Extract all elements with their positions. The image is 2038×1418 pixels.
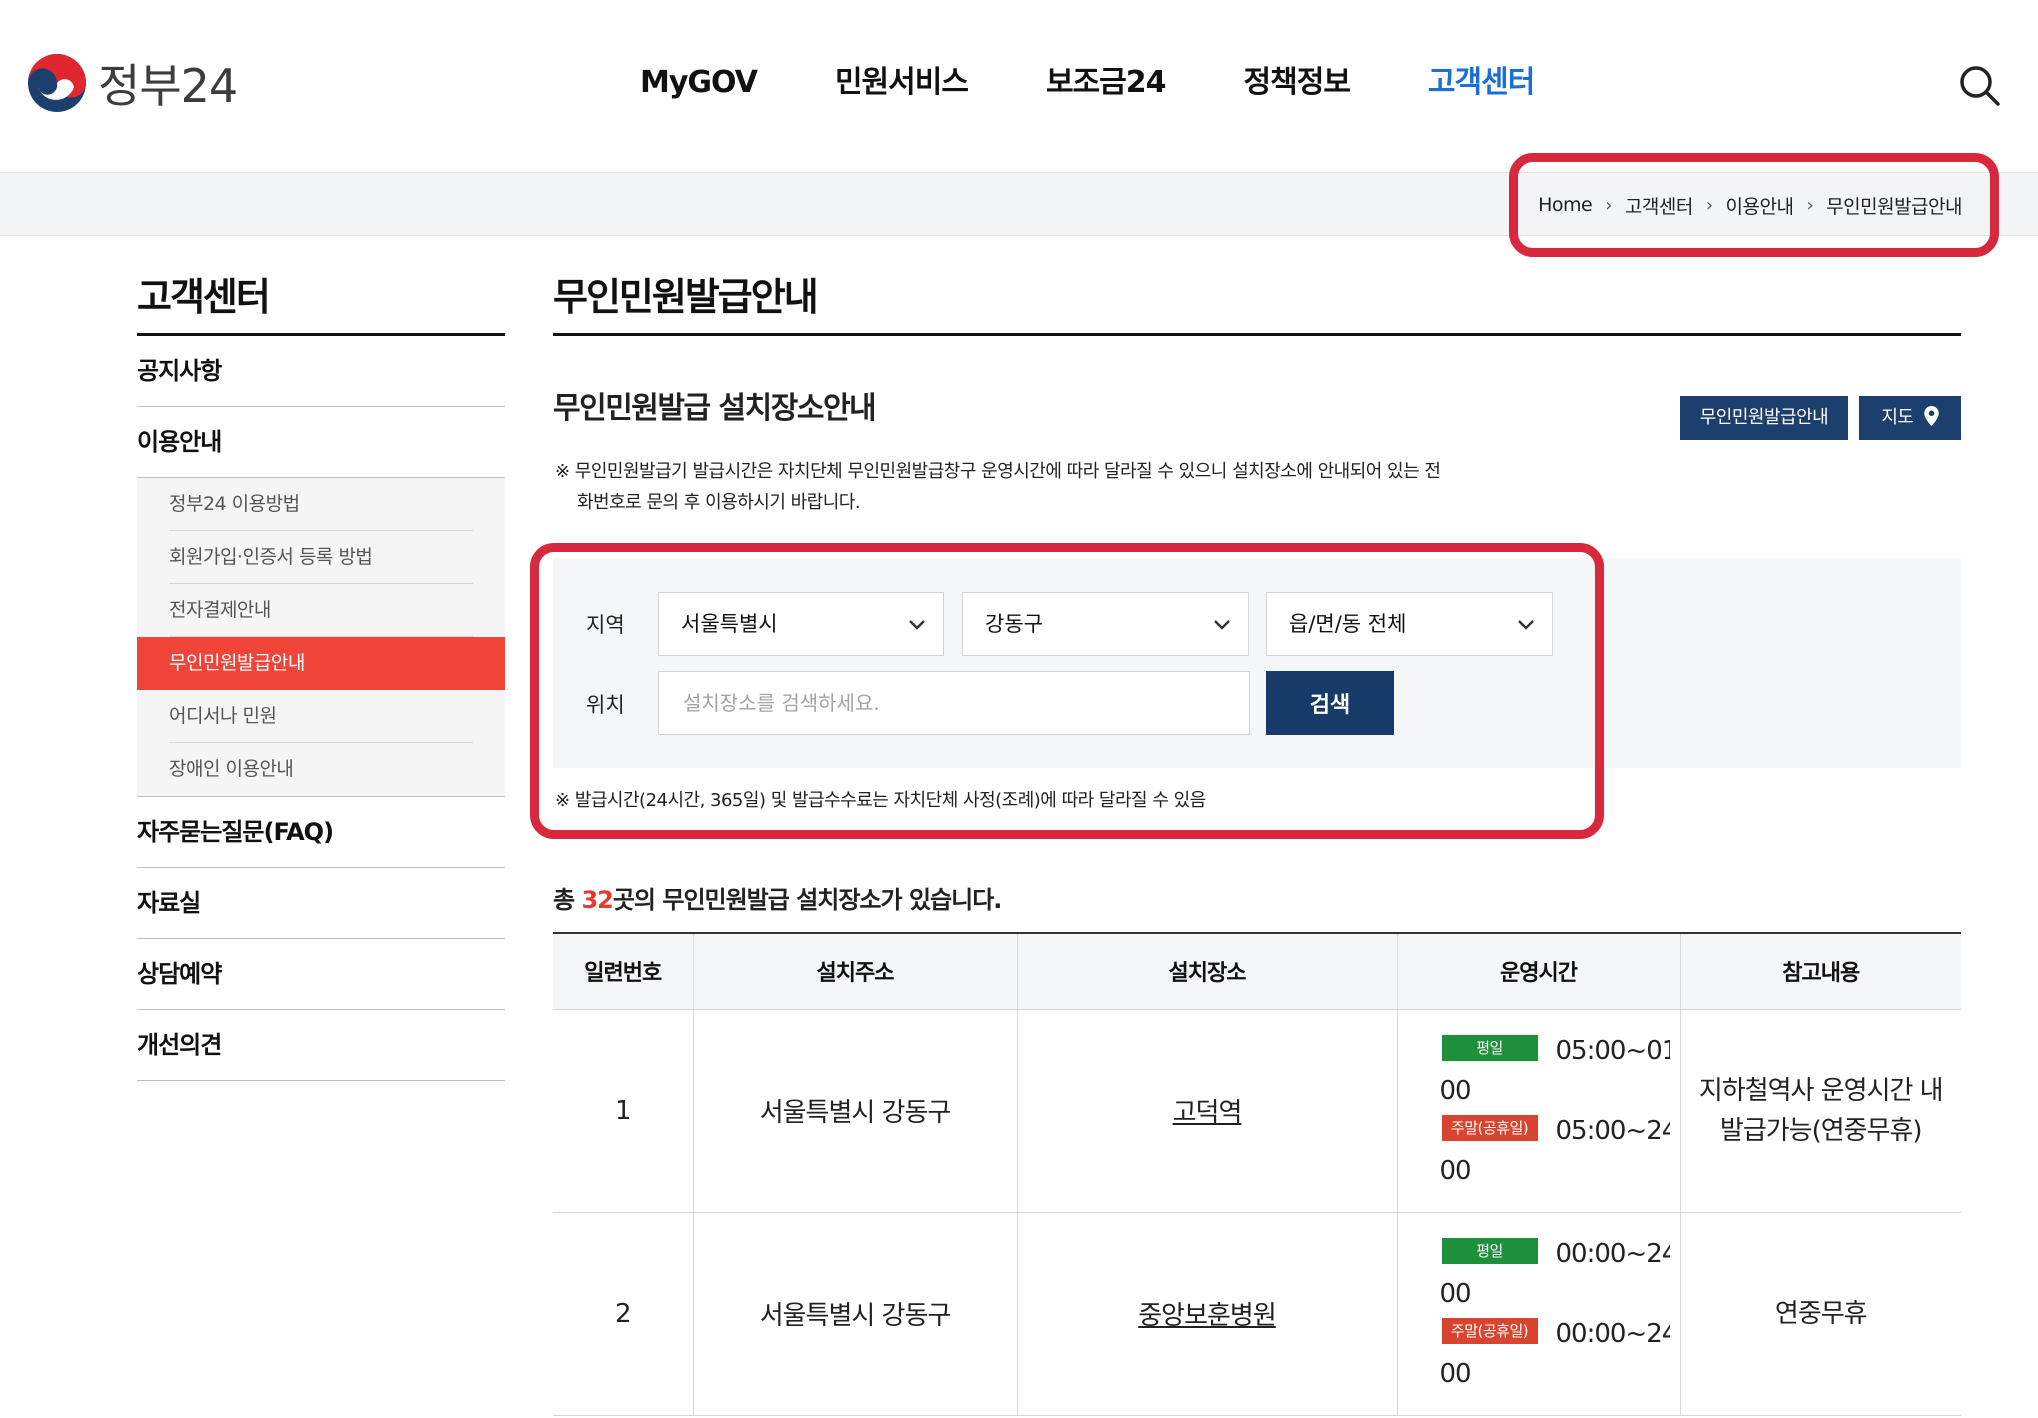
city-select[interactable]: 서울특별시 [658,592,944,656]
search-panel [553,558,1961,768]
weekend-hours: 05:00~24: [1555,1115,1670,1146]
sub-item-signup-cert[interactable]: 회원가입·인증서 등록 방법 [137,531,505,584]
nav-item-customer-center[interactable]: 고객센터 [1428,56,1535,110]
sidebar-title: 고객센터 [137,275,271,319]
row-note: 연중무휴 [1679,1212,1961,1416]
sub-item-e-payment[interactable]: 전자결제안내 [137,584,505,637]
search-icon[interactable] [1956,62,2002,108]
weekday-badge: 평일 [1441,1238,1538,1264]
weekend-badge: 주말(공휴일) [1441,1318,1538,1344]
site-logo[interactable]: 정부24 [26,54,238,113]
notice-line-2: 화번호로 문의 후 이용하시기 바랍니다. [577,492,861,513]
row-place-link[interactable]: 중앙보훈병원 [1016,1212,1397,1416]
count-suffix: 곳의 무인민원발급 설치장소가 있습니다. [612,886,1003,914]
logo-text: 정부24 [98,59,238,113]
weekday-hours-cont: 00 [1439,1075,1472,1106]
sidebar-item-usage-guide[interactable]: 이용안내 [137,407,505,478]
location-label: 위치 [586,693,625,717]
row-no: 2 [553,1212,693,1416]
sidebar-item-notice[interactable]: 공지사항 [137,336,505,407]
result-count: 총 32곳의 무인민원발급 설치장소가 있습니다. [553,880,1003,915]
row-no: 1 [553,1009,693,1213]
table-header-row: 일련번호 설치주소 설치장소 운영시간 참고내용 [553,932,1961,1010]
breadcrumb-band: Home › 고객센터 › 이용안내 › 무인민원발급안내 [0,172,2038,236]
weekday-badge: 평일 [1441,1035,1538,1061]
location-search-input[interactable] [658,671,1250,735]
section-title: 무인민원발급 설치장소안내 [553,391,877,426]
map-pin-icon [1923,406,1939,426]
breadcrumb-current: 무인민원발급안내 [1826,195,1962,218]
chevron-right-icon: › [1705,194,1713,216]
district-select-value: 강동구 [985,612,1043,636]
breadcrumb: Home › 고객센터 › 이용안내 › 무인민원발급안내 [1538,173,1962,237]
chevron-down-icon [1518,620,1534,630]
sidebar-item-consult-booking[interactable]: 상담예약 [137,939,505,1010]
sidebar-menu: 공지사항 이용안내 정부24 이용방법 회원가입·인증서 등록 방법 전자결제안… [137,336,505,1081]
breadcrumb-home[interactable]: Home [1538,194,1593,216]
weekend-badge: 주말(공휴일) [1441,1115,1538,1141]
count-prefix: 총 [553,886,582,914]
row-address: 서울특별시 강동구 [692,1009,1017,1213]
map-button[interactable]: 지도 [1859,396,1961,440]
region-label: 지역 [586,613,625,637]
sidebar-item-archive[interactable]: 자료실 [137,868,505,939]
weekday-hours-cont: 00 [1439,1278,1472,1309]
kiosk-info-button[interactable]: 무인민원발급안내 [1680,396,1848,440]
taegeuk-logo-icon [28,54,86,112]
col-header-note: 참고내용 [1679,932,1961,1010]
breadcrumb-usage-guide[interactable]: 이용안내 [1726,192,1794,219]
row-hours: 평일 05:00~01: 00 주말(공휴일) 05:00~24: 00 [1396,1009,1680,1213]
sub-item-disability-guide[interactable]: 장애인 이용안내 [137,743,505,796]
row-address: 서울특별시 강동구 [692,1212,1017,1416]
sub-item-gov24-usage[interactable]: 정부24 이용방법 [137,478,505,531]
chevron-down-icon [909,620,925,630]
weekend-hours-cont: 00 [1439,1358,1472,1389]
table-row: 2 서울특별시 강동구 중앙보훈병원 평일 00:00~24: 00 주말(공휴일… [553,1212,1961,1416]
sidebar-item-feedback[interactable]: 개선의견 [137,1010,505,1081]
row-note: 지하철역사 운영시간 내 발급가능(연중무휴) [1679,1009,1961,1213]
search-button[interactable]: 검색 [1266,671,1394,735]
page-title-divider [553,333,1961,336]
sub-item-unmanned-kiosk[interactable]: 무인민원발급안내 [137,637,505,690]
weekday-hours: 05:00~01: [1555,1035,1670,1066]
kiosk-location-table: 일련번호 설치주소 설치장소 운영시간 참고내용 1 서울특별시 강동구 고덕역… [553,932,1961,1416]
chevron-down-icon [1214,620,1230,630]
sidebar-submenu: 정부24 이용방법 회원가입·인증서 등록 방법 전자결제안내 무인민원발급안내… [137,478,505,797]
district-select[interactable]: 강동구 [962,592,1249,656]
main-nav: MyGOV 민원서비스 보조금24 정책정보 고객센터 [640,56,1612,110]
town-select-value: 읍/면/동 전체 [1289,612,1407,636]
col-header-no: 일련번호 [553,932,693,1010]
notice-line-1: ※ 무인민원발급기 발급시간은 자치단체 무인민원발급창구 운영시간에 따라 달… [555,461,1441,482]
issue-time-notice: ※ 무인민원발급기 발급시간은 자치단체 무인민원발급창구 운영시간에 따라 달… [555,456,1455,518]
fee-notice: ※ 발급시간(24시간, 365일) 및 발급수수료는 자치단체 사정(조례)에… [555,790,1206,811]
row-place-link[interactable]: 고덕역 [1016,1009,1397,1213]
weekday-hours: 00:00~24: [1555,1238,1670,1269]
city-select-value: 서울특별시 [681,612,778,636]
nav-item-policy-info[interactable]: 정책정보 [1244,56,1351,110]
col-header-address: 설치주소 [692,932,1017,1010]
kiosk-info-button-label: 무인민원발급안내 [1699,407,1829,428]
breadcrumb-customer-center[interactable]: 고객센터 [1625,192,1693,219]
chevron-right-icon: › [1806,194,1814,216]
map-button-label: 지도 [1881,407,1914,428]
weekend-hours-cont: 00 [1439,1155,1472,1186]
site-header: 정부24 MyGOV 민원서비스 보조금24 정책정보 고객센터 [0,0,2038,172]
weekend-hours: 00:00~24: [1555,1318,1670,1349]
nav-item-mygov[interactable]: MyGOV [640,56,758,110]
sidebar-item-faq[interactable]: 자주묻는질문(FAQ) [137,797,505,868]
col-header-place: 설치장소 [1016,932,1397,1010]
town-select[interactable]: 읍/면/동 전체 [1266,592,1553,656]
nav-item-civil-service[interactable]: 민원서비스 [835,56,969,110]
chevron-right-icon: › [1605,194,1612,216]
count-number: 32 [581,886,613,914]
sub-item-anywhere-civil[interactable]: 어디서나 민원 [137,690,505,743]
page-title: 무인민원발급안내 [553,275,819,319]
col-header-hours: 운영시간 [1396,932,1680,1010]
row-hours: 평일 00:00~24: 00 주말(공휴일) 00:00~24: 00 [1396,1212,1680,1416]
nav-item-subsidy24[interactable]: 보조금24 [1046,56,1167,110]
table-row: 1 서울특별시 강동구 고덕역 평일 05:00~01: 00 주말(공휴일) 05… [553,1009,1961,1213]
